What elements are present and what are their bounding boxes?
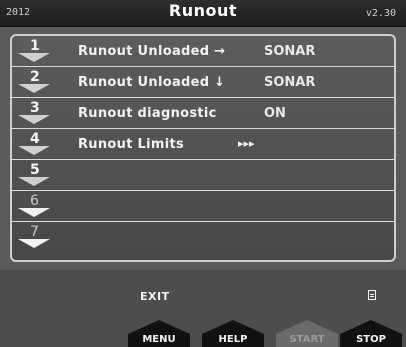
help-button-label: HELP [218,334,248,345]
menu-item-6[interactable]: 6 [12,191,394,222]
runout-menu-panel: 1 Runout Unloaded → SONAR 2 Runout Unloa… [10,34,396,262]
menu-item-number: 3 [30,100,40,116]
function-key-bar: EXIT MENU HELP START STOP [0,270,406,347]
down-triangle-icon [18,115,50,124]
menu-item-number: 7 [30,224,39,240]
page-title: Runout [168,1,238,20]
down-triangle-icon [18,53,50,62]
menu-item-runout-diagnostic[interactable]: 3 Runout diagnostic ON [12,98,394,129]
menu-item-number: 5 [30,162,40,178]
help-button[interactable]: HELP [202,320,264,347]
exit-label: EXIT [140,290,170,303]
stop-button[interactable]: STOP [340,320,402,347]
down-triangle-icon [18,146,50,155]
version-label: v2.30 [365,8,396,19]
document-icon [368,290,376,300]
menu-item-7[interactable]: 7 [12,222,394,252]
stop-button-label: STOP [356,334,386,345]
menu-item-number: 2 [30,69,40,85]
submenu-arrows-icon: ▸▸▸ [238,137,255,150]
runout-screen: 2012 Runout v2.30 1 Runout Unloaded → SO… [0,0,406,347]
down-triangle-icon [18,208,50,217]
menu-button[interactable]: MENU [128,320,190,347]
menu-item-label: Runout Unloaded → [78,44,226,59]
menu-item-value: ON [264,106,286,121]
menu-item-value: SONAR [264,44,316,59]
down-triangle-icon [18,84,50,93]
down-triangle-icon [18,239,50,248]
menu-item-label: Runout Unloaded ↓ [78,75,226,90]
menu-button-label: MENU [142,334,176,345]
start-button-label: START [289,334,325,345]
menu-item-5[interactable]: 5 [12,160,394,191]
menu-item-label: Runout diagnostic [78,106,217,121]
menu-item-runout-unloaded-down[interactable]: 2 Runout Unloaded ↓ SONAR [12,67,394,98]
menu-item-label: Runout Limits [78,137,185,152]
title-bar: 2012 Runout v2.30 [0,0,406,27]
menu-item-value: SONAR [264,75,316,90]
menu-item-runout-unloaded-right[interactable]: 1 Runout Unloaded → SONAR [12,36,394,67]
menu-item-number: 4 [30,131,40,147]
menu-item-number: 1 [30,38,40,54]
menu-item-number: 6 [30,193,39,209]
down-triangle-icon [18,177,50,186]
start-button[interactable]: START [276,320,338,347]
menu-item-runout-limits[interactable]: 4 Runout Limits ▸▸▸ [12,129,394,160]
